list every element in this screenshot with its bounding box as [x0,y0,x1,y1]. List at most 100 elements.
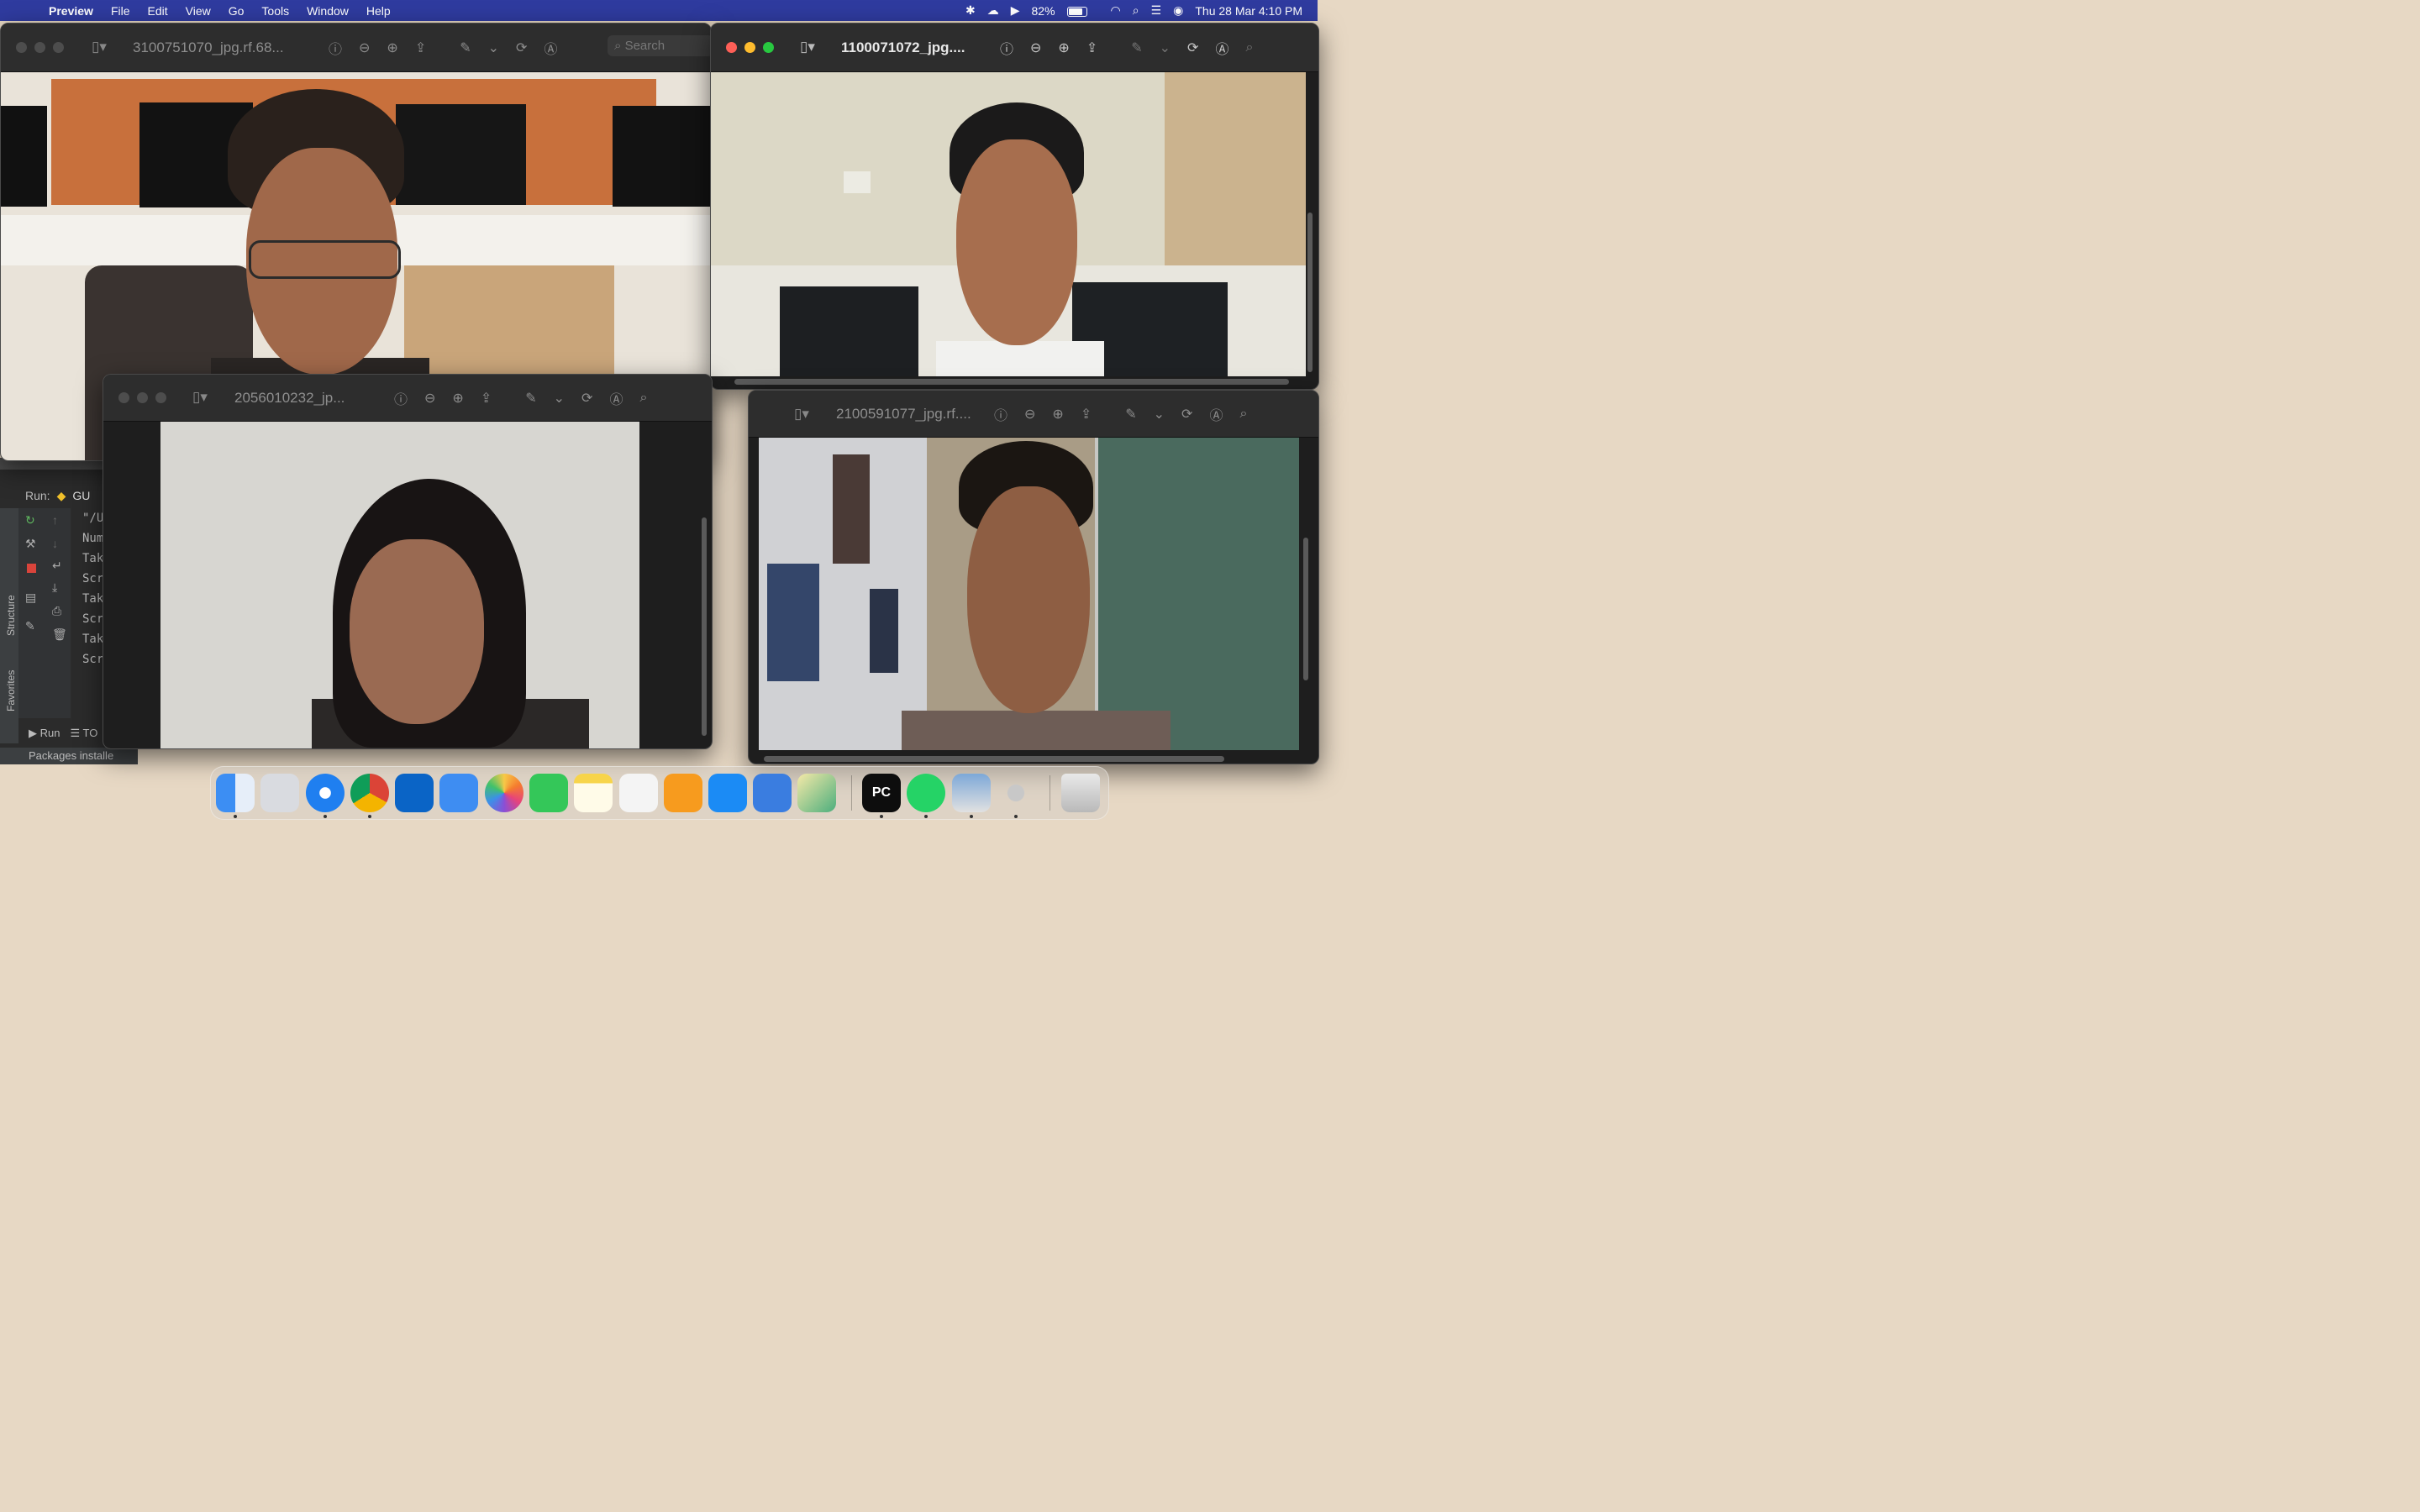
preview-window-3[interactable]: ▯▾ 2056010232_jp... ⓘ ⊖ ⊕ ⇪ ✎ ⌄ ⟳ Ⓐ ⌕ [103,374,713,749]
print-icon[interactable]: ⎙ [52,604,61,618]
zoom-in-icon[interactable]: ⊕ [1058,39,1069,56]
annotate-icon[interactable]: Ⓐ [1209,404,1223,424]
share-icon[interactable]: ⇪ [1086,39,1097,56]
outlook-icon[interactable] [395,774,434,812]
window-4-horizontal-scrollbar[interactable] [764,756,1224,762]
markup-pen-icon[interactable]: ✎ [1125,406,1136,423]
minimize-button[interactable] [34,42,45,53]
pages-icon[interactable] [664,774,702,812]
cloud-icon[interactable]: ☁ [987,3,999,18]
menu-app-name[interactable]: Preview [49,4,93,18]
up-arrow-icon[interactable]: ↑ [52,513,58,527]
markup-dropdown-icon[interactable]: ⌄ [488,39,499,56]
zoom-out-icon[interactable]: ⊖ [424,390,435,407]
scroll-end-icon[interactable]: ⤓ [52,580,57,595]
whatsapp-icon[interactable] [907,774,945,812]
close-button[interactable] [726,42,737,53]
bluetooth-icon[interactable]: ✱ [965,3,976,18]
wifi-icon[interactable]: ◠ [1111,3,1121,18]
zoom-in-icon[interactable]: ⊕ [387,39,397,56]
layout-icon[interactable]: ▤ [25,591,36,605]
play-icon[interactable]: ▶ [1011,3,1020,18]
search-field[interactable]: ⌕ Search [608,35,711,56]
markup-dropdown-icon[interactable]: ⌄ [554,390,565,407]
window-3-vertical-scrollbar[interactable] [702,517,707,736]
markup-dropdown-icon[interactable]: ⌄ [1154,406,1165,423]
menu-go[interactable]: Go [229,4,245,18]
info-icon[interactable]: ⓘ [394,388,408,408]
soft-wrap-icon[interactable]: ↵ [52,559,62,573]
zoom-button[interactable] [763,42,774,53]
rotate-icon[interactable]: ⟳ [581,390,592,407]
zoom-in-icon[interactable]: ⊕ [452,390,463,407]
markup-pen-icon[interactable]: ✎ [460,39,471,56]
rotate-icon[interactable]: ⟳ [516,39,527,56]
window-2-horizontal-scrollbar[interactable] [734,379,1289,385]
zoom-out-icon[interactable]: ⊖ [1030,39,1041,56]
todo-bottom-tab[interactable]: ☰ TO [70,727,97,743]
markup-dropdown-icon[interactable]: ⌄ [1160,39,1171,56]
menu-file[interactable]: File [111,4,130,18]
rerun-icon[interactable]: ↻ [25,513,35,528]
run-config-tab[interactable]: GU [72,489,90,502]
textedit-icon[interactable] [619,774,658,812]
launchpad-icon[interactable] [260,774,299,812]
mail-icon[interactable] [439,774,478,812]
markup-pen-icon[interactable]: ✎ [525,390,536,407]
search-icon[interactable]: ⌕ [639,391,647,406]
rotate-icon[interactable]: ⟳ [1187,39,1198,56]
box-app-icon[interactable] [797,774,836,812]
chrome-icon[interactable] [350,774,389,812]
preview-window-4[interactable]: ▯▾ 2100591077_jpg.rf.... ⓘ ⊖ ⊕ ⇪ ✎ ⌄ ⟳ Ⓐ… [748,390,1319,764]
pin-icon[interactable]: ✎ [25,619,35,633]
trash-icon[interactable] [1061,774,1100,812]
zoom-in-icon[interactable]: ⊕ [1052,406,1063,423]
preview-window-2[interactable]: ▯▾ 1100071072_jpg.... ⓘ ⊖ ⊕ ⇪ ✎ ⌄ ⟳ Ⓐ ⌕ [710,23,1319,390]
wrench-icon[interactable]: ⚒ [25,537,36,551]
favorites-tab[interactable]: Favorites [5,653,17,711]
info-icon[interactable]: ⓘ [994,404,1007,424]
share-icon[interactable]: ⇪ [1081,406,1092,423]
rotate-icon[interactable]: ⟳ [1181,406,1192,423]
preview-icon[interactable] [952,774,991,812]
trash-small-icon[interactable]: 🗑 [52,627,67,642]
zoom-button[interactable] [53,42,64,53]
photos-icon[interactable] [485,774,523,812]
app-store-icon[interactable] [708,774,747,812]
close-button[interactable] [118,392,129,403]
annotate-icon[interactable]: Ⓐ [544,38,557,58]
stop-icon[interactable] [27,564,36,573]
spotlight-search-icon[interactable]: ⌕ [1133,3,1139,18]
info-icon[interactable]: ⓘ [1000,38,1013,58]
sidebar-toggle-icon[interactable]: ▯▾ [800,39,815,55]
sidebar-toggle-icon[interactable]: ▯▾ [794,406,809,423]
rocket-icon[interactable] [997,774,1035,812]
control-center-icon[interactable]: ☰ [1151,3,1162,18]
info-icon[interactable]: ⓘ [329,38,342,58]
zoom-out-icon[interactable]: ⊖ [1024,406,1035,423]
menu-help[interactable]: Help [366,4,391,18]
window-4-vertical-scrollbar[interactable] [1303,538,1308,680]
structure-tab[interactable]: Structure [5,577,17,636]
xcode-icon[interactable] [753,774,792,812]
siri-icon[interactable]: ◉ [1173,3,1183,18]
sidebar-toggle-icon[interactable]: ▯▾ [92,39,107,55]
pycharm-icon[interactable]: PC [862,774,901,812]
battery-icon[interactable] [1066,4,1099,18]
share-icon[interactable]: ⇪ [481,390,492,407]
window-2-vertical-scrollbar[interactable] [1307,213,1313,372]
annotate-icon[interactable]: Ⓐ [1215,38,1228,58]
search-icon[interactable]: ⌕ [1239,407,1247,422]
zoom-out-icon[interactable]: ⊖ [359,39,370,56]
minimize-button[interactable] [744,42,755,53]
menu-edit[interactable]: Edit [148,4,168,18]
safari-icon[interactable] [306,774,345,812]
facetime-icon[interactable] [529,774,568,812]
minimize-button[interactable] [137,392,148,403]
menu-tools[interactable]: Tools [261,4,289,18]
menu-view[interactable]: View [186,4,211,18]
menu-window[interactable]: Window [307,4,349,18]
finder-icon[interactable] [216,774,255,812]
run-bottom-tab[interactable]: ▶ Run [29,727,60,743]
sidebar-toggle-icon[interactable]: ▯▾ [192,389,208,406]
